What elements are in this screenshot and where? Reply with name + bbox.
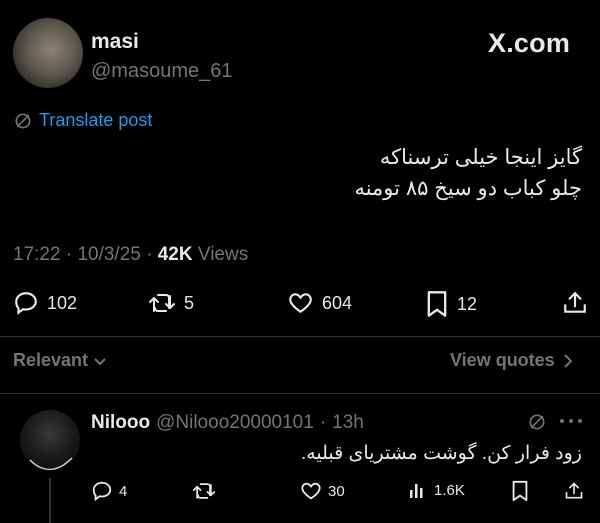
post-time[interactable]: 17:22 [13, 244, 61, 265]
reply-icon [13, 290, 39, 316]
reply-button[interactable]: 102 [13, 290, 77, 316]
reply-time[interactable]: 13h [332, 412, 364, 434]
author-handle[interactable]: @masoume_61 [91, 60, 232, 83]
sort-dropdown[interactable]: Relevant [13, 350, 108, 371]
analytics-icon [408, 480, 428, 500]
thread-line [49, 478, 51, 523]
repost-icon [192, 480, 216, 502]
views-count: 42K [157, 244, 193, 265]
divider [0, 393, 600, 394]
bookmark-count: 12 [457, 293, 478, 314]
reply-author-handle[interactable]: @Nilooo20000101 [156, 412, 314, 434]
view-quotes-label: View quotes [450, 350, 555, 370]
reply-reply-count: 4 [119, 482, 128, 500]
reply-separator: · [319, 412, 327, 433]
sort-label: Relevant [13, 350, 89, 370]
reply-repost-button[interactable] [192, 480, 216, 502]
reply-reply-button[interactable]: 4 [91, 480, 127, 502]
repost-icon [148, 290, 176, 316]
translate-icon [13, 111, 33, 131]
reply-like-count: 30 [328, 482, 345, 500]
meta-separator: · [65, 244, 73, 265]
watermark-label: X.com [488, 28, 571, 58]
author-name[interactable]: masi [91, 30, 139, 54]
more-icon [558, 416, 584, 426]
share-button[interactable] [562, 289, 588, 317]
reply-author-name[interactable]: Nilooo [91, 412, 150, 434]
more-button[interactable] [558, 416, 584, 426]
like-button[interactable]: 604 [287, 290, 352, 316]
share-icon [564, 480, 584, 502]
reply-text: زود فرار کن. گوشت مشتریای قبلیه. [300, 443, 582, 464]
reply-header: Nilooo @Nilooo20000101 · 13h [91, 412, 364, 434]
reply-avatar[interactable] [20, 410, 80, 470]
reply-share-button[interactable] [564, 480, 584, 502]
author-avatar[interactable] [13, 18, 83, 88]
reply-translate-button[interactable] [527, 412, 547, 432]
like-icon [287, 290, 314, 316]
reply-views-button[interactable]: 1.6K [408, 480, 465, 500]
bookmark-button[interactable]: 12 [425, 290, 477, 318]
share-icon [562, 289, 588, 317]
reply-count: 102 [47, 292, 78, 313]
post-body: گایز اینجا خیلی ترسناکه چلو کباب دو سیخ … [354, 142, 582, 204]
repost-count: 5 [184, 292, 195, 313]
post-text-line-1: گایز اینجا خیلی ترسناکه [379, 146, 582, 169]
chevron-right-icon [561, 353, 575, 369]
reply-icon [91, 480, 113, 502]
reply-views-count: 1.6K [434, 481, 465, 499]
repost-button[interactable]: 5 [148, 290, 194, 316]
bookmark-icon [510, 480, 530, 502]
view-quotes-link[interactable]: View quotes [450, 350, 575, 371]
post-text-line-2: چلو کباب دو سیخ ۸۵ تومنه [354, 177, 582, 200]
reply-like-button[interactable]: 30 [300, 480, 345, 502]
translate-post-button[interactable]: Translate post [13, 110, 152, 131]
post-meta: 17:22 · 10/3/25 · 42K Views [13, 244, 248, 266]
translate-icon [527, 412, 547, 432]
bookmark-icon [425, 290, 449, 318]
post-date[interactable]: 10/3/25 [77, 244, 140, 265]
reply-bookmark-button[interactable] [510, 480, 530, 502]
meta-separator: · [146, 244, 153, 265]
like-count: 604 [322, 292, 353, 313]
divider [0, 336, 600, 337]
chevron-down-icon [92, 353, 108, 369]
translate-label: Translate post [39, 110, 153, 130]
like-icon [300, 480, 322, 502]
views-label: Views [197, 244, 249, 265]
